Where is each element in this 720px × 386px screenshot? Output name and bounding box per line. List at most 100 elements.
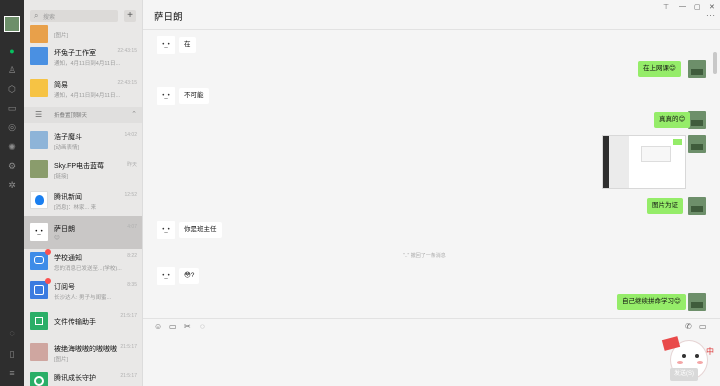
scrollbar[interactable] [713, 52, 717, 74]
chat-name: 被绝海嗷嗷的嗷嗷嗷 [54, 346, 117, 353]
chat-item[interactable]: Sky.FP电击蓝莓 [链接] 昨天 [24, 153, 142, 186]
miniprogram-icon[interactable]: ✲ [6, 179, 18, 191]
chat-item[interactable]: 文件传输助手 21:5:17 [24, 305, 142, 338]
message-bubble[interactable]: 图片为证 [647, 198, 683, 214]
chat-preview: 长沙达人: 男子与闺蜜... [54, 295, 112, 301]
miniprogram-link-icon[interactable]: ◌ [6, 327, 18, 339]
chat-name: 简易 [54, 82, 68, 89]
file-transfer-icon [30, 312, 48, 330]
school-notice-icon [30, 252, 48, 270]
input-divider [143, 318, 720, 319]
chat-name: 文件传输助手 [54, 319, 96, 326]
chevron-up-icon[interactable]: ⌃ [131, 110, 137, 118]
chat-preview: 通知，4月11日到4月11日... [54, 61, 121, 67]
folder-icon[interactable]: ▭ [6, 102, 18, 114]
chat-list: ⌕ 搜索 + [图片] 坏兔子工作室 通知，4月11日到4月11日... 22:… [24, 0, 143, 386]
more-options-icon[interactable]: ··· [706, 11, 716, 20]
folded-pinned-chats[interactable]: ☰ 折叠置顶聊天 ⌃ [24, 107, 142, 123]
chat-history-icon[interactable]: ◌ [200, 323, 205, 331]
message-bubble[interactable]: 你是班主任 [179, 222, 222, 238]
chat-time: 昨天 [126, 162, 137, 168]
chat-item[interactable]: 腾讯成长守护 21:5:17 [24, 365, 142, 386]
chat-preview: 通知，4月11日到4月11日... [54, 93, 121, 99]
chat-preview: [图片] [54, 33, 69, 39]
chat-preview: [动画表情] [54, 145, 80, 151]
my-avatar[interactable] [688, 197, 706, 215]
chat-name: 坏兔子工作室 [54, 50, 96, 57]
chat-name: 订阅号 [54, 284, 75, 291]
chat-name: 腾讯成长守护 [54, 375, 96, 382]
chat-item[interactable]: 简易 通知，4月11日到4月11日... 22:43:15 [24, 72, 142, 105]
message-bubble[interactable]: 😳? [179, 268, 200, 284]
emoji-icon[interactable]: ☺ [154, 323, 162, 331]
contact-avatar[interactable]: •_• [157, 267, 175, 285]
my-avatar[interactable] [4, 16, 20, 32]
phone-icon[interactable]: ✆ [685, 323, 692, 331]
chat-item[interactable]: 订阅号 长沙达人: 男子与闺蜜... 8:35 [24, 274, 142, 307]
my-avatar[interactable] [688, 111, 706, 129]
chat-time: 4:07 [127, 224, 137, 230]
close-button[interactable]: ✕ [709, 3, 715, 11]
my-avatar[interactable] [688, 135, 706, 153]
folded-label: 折叠置顶聊天 [54, 113, 88, 119]
chat-preview: 您的消息已发送至...(学校)... [54, 266, 122, 272]
unread-badge [45, 278, 51, 284]
screenshot-image[interactable] [602, 135, 686, 189]
chat-time: 8:22 [127, 253, 137, 259]
my-avatar[interactable] [688, 293, 706, 311]
chat-time: 21:5:17 [120, 344, 137, 350]
video-icon[interactable]: ▭ [699, 323, 707, 331]
recall-notice: ".." 撤回了一条消息 [403, 253, 446, 259]
chat-name: 腾讯新闻 [54, 194, 82, 201]
chat-item[interactable]: 坏兔子工作室 通知，4月11日到4月11日... 22:43:15 [24, 40, 142, 73]
header-divider [143, 29, 720, 30]
my-avatar[interactable] [688, 60, 706, 78]
chat-name: 浩子魔斗 [54, 134, 82, 141]
subscription-icon [30, 281, 48, 299]
avatar [30, 47, 48, 65]
contact-avatar[interactable]: •_• [157, 36, 175, 54]
chat-preview: 😊 [54, 235, 60, 241]
sticker-text: 中 [706, 347, 714, 356]
message-bubble[interactable]: 在 [179, 37, 196, 53]
tencent-news-logo [30, 191, 48, 209]
chat-time: 14:02 [124, 132, 137, 138]
message-bubble[interactable]: 不可能 [179, 88, 209, 104]
minimize-button[interactable]: — [679, 3, 686, 10]
chat-time: 21:5:17 [120, 313, 137, 319]
pin-icon[interactable]: ⊤ [663, 3, 669, 11]
scissors-icon[interactable]: ✂ [184, 323, 191, 331]
chat-icon[interactable]: ● [6, 45, 18, 57]
chat-name: 萨日朗 [54, 226, 75, 233]
chat-preview: [图片] [54, 357, 69, 363]
chat-title: 萨日朗 [154, 12, 183, 23]
chat-window: 萨日朗 ⊤ — ▢ ✕ ··· •_• 在 在上网课😊 •_• 不可能 真真的😊… [143, 0, 720, 386]
message-bubble[interactable]: 真真的😊 [654, 112, 691, 128]
moments-icon[interactable]: ◎ [6, 121, 18, 133]
search-icon[interactable]: ⚙ [6, 160, 18, 172]
avatar [30, 343, 48, 361]
send-button[interactable]: 发送(S) [670, 368, 698, 381]
favorites-icon[interactable]: ⬡ [6, 83, 18, 95]
contacts-icon[interactable]: ♙ [6, 64, 18, 76]
chat-time: 22:43:15 [117, 80, 137, 86]
maximize-button[interactable]: ▢ [694, 3, 701, 11]
chat-time: 21:5:17 [120, 373, 137, 379]
contact-avatar[interactable]: •_• [157, 87, 175, 105]
list-icon: ☰ [35, 110, 43, 119]
avatar [30, 79, 48, 97]
phone-icon[interactable]: ▯ [6, 348, 18, 360]
growth-guard-icon [30, 372, 48, 386]
chat-item[interactable]: 腾讯新闻 [消息]：林家... 来 12:52 [24, 184, 142, 217]
unread-badge [45, 249, 51, 255]
chat-preview: [链接] [54, 174, 69, 180]
chat-time: 8:35 [127, 282, 137, 288]
message-bubble[interactable]: 在上网课😊 [638, 61, 681, 77]
contact-avatar[interactable]: •_• [157, 221, 175, 239]
nav-sidebar: ● ♙ ⬡ ▭ ◎ ✺ ⚙ ✲ ◌ ▯ ≡ [0, 0, 24, 386]
message-bubble[interactable]: 自己继续拼命学习😊 [617, 294, 686, 310]
avatar [30, 160, 48, 178]
menu-icon[interactable]: ≡ [6, 367, 18, 379]
folder-icon[interactable]: ▭ [169, 323, 177, 331]
channels-icon[interactable]: ✺ [6, 141, 18, 153]
